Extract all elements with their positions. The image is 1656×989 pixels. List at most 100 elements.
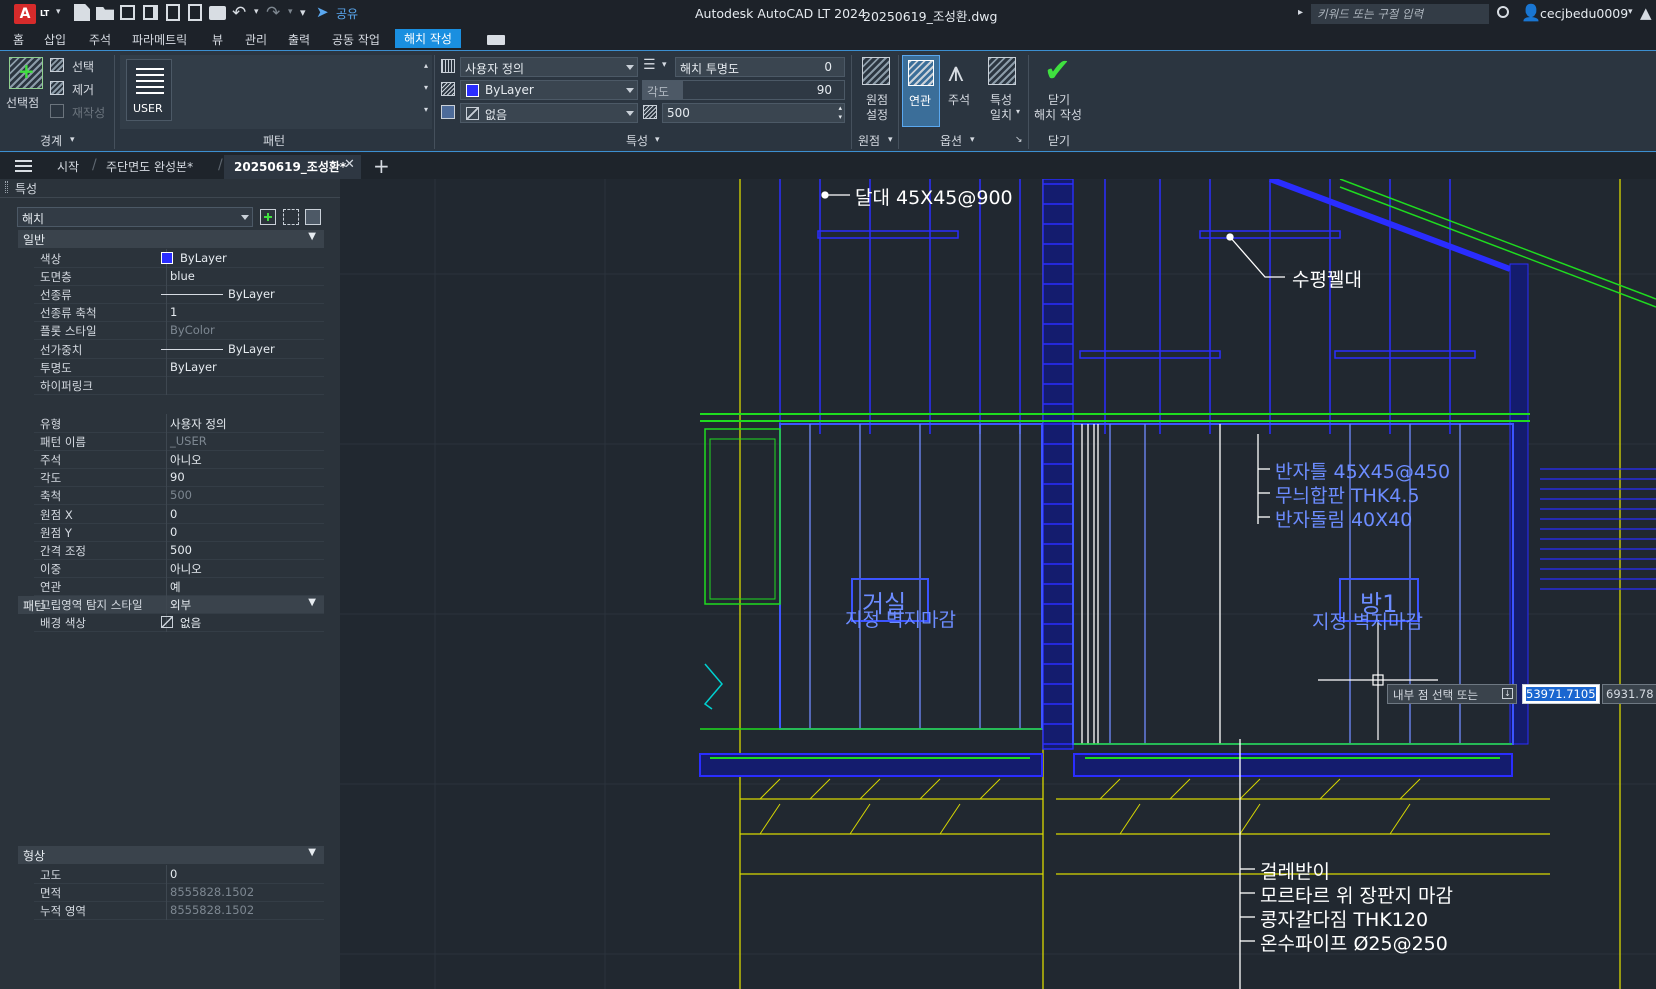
property-value[interactable]: 0 [170, 507, 177, 521]
pattern-gallery-scroll[interactable]: ▴ ▾ ▾ [420, 55, 432, 129]
property-value[interactable]: 없음 [180, 615, 201, 631]
collapse-icon[interactable]: ▼ [308, 847, 316, 858]
property-value[interactable]: 1 [170, 305, 177, 319]
property-row[interactable]: 배경 색상 없음 [34, 613, 324, 633]
angle-value[interactable]: 90 [817, 83, 832, 97]
tab-view[interactable]: 뷰 [212, 31, 223, 48]
tab-home[interactable]: 홈 [13, 31, 24, 48]
property-value[interactable]: 외부 [170, 597, 191, 613]
property-value[interactable]: 예 [170, 579, 181, 595]
new-tab-icon[interactable]: + [373, 154, 390, 178]
spacing-value[interactable]: 500 [667, 106, 690, 120]
hatch-layer-dropdown-icon[interactable]: ▾ [662, 60, 667, 70]
property-value[interactable]: 8555828.1502 [170, 903, 254, 917]
property-value[interactable]: 90 [170, 470, 185, 484]
undo-dropdown-icon[interactable]: ▾ [254, 7, 259, 17]
select-boundary-button[interactable]: 선택 [72, 58, 94, 75]
redo-icon[interactable]: ↷ [266, 3, 280, 23]
property-row[interactable]: 투명도 ByLayer [34, 357, 324, 377]
app-logo[interactable]: A [14, 4, 36, 24]
remove-boundary-button[interactable]: 제거 [72, 81, 94, 98]
transparency-value[interactable]: 0 [824, 60, 832, 74]
customize-quick-access-icon[interactable]: ▾ [300, 6, 306, 19]
drawing-canvas[interactable]: 달대 45X45@900 수평꿸대 반자틀 45X45@450 무늬합판 THK… [340, 179, 1656, 989]
tab-collaborate[interactable]: 공동 작업 [332, 31, 380, 48]
property-row[interactable]: 이중 아니오 [34, 558, 324, 578]
background-color-dropdown[interactable]: 없음 [460, 103, 638, 123]
export-icon[interactable] [188, 4, 202, 21]
redo-dropdown-icon[interactable]: ▾ [288, 7, 293, 17]
property-row[interactable]: 색상 ByLayer [34, 249, 324, 268]
search-expand-icon[interactable]: ▸ [1298, 7, 1303, 18]
undo-icon[interactable]: ↶ [232, 3, 246, 23]
property-value[interactable]: ByColor [170, 323, 215, 337]
hatch-color-dropdown[interactable]: ByLayer [460, 80, 638, 100]
search-input[interactable]: 키워드 또는 구절 입력 [1311, 4, 1489, 24]
properties-panel-title[interactable]: 특성 [626, 132, 648, 149]
options-panel-title[interactable]: 옵션 [940, 132, 962, 149]
property-row[interactable]: 주석 아니오 [34, 450, 324, 470]
select-objects-icon[interactable] [283, 209, 299, 225]
property-value[interactable]: 500 [170, 543, 192, 557]
match-properties-button[interactable]: 특성 일치 ▾ [984, 55, 1024, 127]
plot-icon[interactable] [209, 6, 226, 20]
property-row[interactable]: 선종류 축척 1 [34, 303, 324, 323]
options-panel-expand-icon[interactable]: ▾ [970, 135, 975, 145]
share-icon[interactable]: ➤ [316, 3, 329, 21]
match-dropdown-icon[interactable]: ▾ [1016, 107, 1020, 116]
boundary-panel-title[interactable]: 경계 [40, 132, 62, 149]
app-menu-chevron-icon[interactable]: ▾ [56, 7, 61, 17]
tab-insert[interactable]: 삽입 [44, 31, 66, 48]
property-row[interactable]: 연관 예 [34, 576, 324, 596]
associative-toggle[interactable]: 연관 [902, 55, 940, 127]
property-value[interactable]: 0 [170, 867, 177, 881]
annotative-button[interactable]: ⩚ 주석 [944, 55, 978, 127]
property-row[interactable]: 각도 90 [34, 468, 324, 488]
set-origin-button[interactable]: 원점 설정 [858, 55, 898, 127]
tab-output[interactable]: 출력 [288, 31, 310, 48]
property-row[interactable]: 면적 8555828.1502 [34, 883, 324, 903]
property-value[interactable]: 사용자 정의 [170, 416, 227, 432]
property-row[interactable]: 도면층 blue [34, 267, 324, 287]
boundary-panel-expand-icon[interactable]: ▾ [70, 135, 75, 145]
property-row[interactable]: 간격 조정 500 [34, 540, 324, 560]
new-file-icon[interactable] [74, 4, 90, 21]
username[interactable]: cecjbedu0009 [1540, 6, 1628, 21]
section-general[interactable]: 일반 ▼ [18, 230, 324, 248]
property-row[interactable]: 축척 500 [34, 486, 324, 506]
quick-select-icon[interactable] [305, 209, 321, 225]
publish-icon[interactable] [166, 4, 180, 21]
hatch-layer-icon[interactable]: ☰ [643, 57, 656, 73]
origin-panel-expand-icon[interactable]: ▾ [888, 135, 893, 145]
properties-panel-expand-icon[interactable]: ▾ [655, 135, 660, 145]
property-row[interactable]: 플롯 스타일 ByColor [34, 321, 324, 341]
property-value[interactable]: ByLayer [180, 251, 227, 265]
share-label[interactable]: 공유 [336, 5, 358, 22]
property-row[interactable]: 누적 영역 8555828.1502 [34, 901, 324, 921]
transparency-field[interactable]: 해치 투명도 0 [675, 57, 845, 77]
file-tab-1[interactable]: 주단면도 완성본* [106, 158, 193, 175]
spacing-field[interactable]: 500 ▴ ▾ [662, 103, 845, 123]
origin-panel-title[interactable]: 원점 [858, 132, 880, 149]
property-value[interactable]: 8555828.1502 [170, 885, 254, 899]
spacing-spinner-icon[interactable]: ▴ ▾ [838, 104, 842, 122]
user-icon[interactable]: 👤 [1521, 3, 1541, 22]
save-icon[interactable] [120, 5, 135, 20]
property-value[interactable]: ByLayer [228, 342, 275, 356]
angle-field[interactable]: 각도 90 [642, 80, 845, 100]
property-row[interactable]: 선가중치 ByLayer [34, 339, 324, 359]
ribbon-display-toggle-icon[interactable] [487, 35, 505, 45]
tab-parametric[interactable]: 파라메트릭 [132, 31, 187, 48]
property-row[interactable]: 원점 X 0 [34, 504, 324, 524]
coord-x-input[interactable]: 53971.7105 [1522, 684, 1600, 704]
file-tab-active[interactable]: 20250619_조성환* ✕ [224, 155, 361, 179]
hatch-settings-launcher-icon[interactable]: ↘ [1015, 135, 1023, 145]
property-row[interactable]: 유형 사용자 정의 [34, 414, 324, 433]
property-row[interactable]: 패턴 이름 _USER [34, 432, 324, 452]
section-geometry[interactable]: 형상 ▼ [18, 846, 324, 864]
select-boundary-icon[interactable] [50, 58, 64, 72]
property-row[interactable]: 원점 Y 0 [34, 522, 324, 542]
close-tab-icon[interactable]: ✕ [344, 157, 355, 172]
save-as-icon[interactable] [143, 5, 158, 20]
pick-points-button[interactable]: + 선택점 [6, 55, 44, 111]
